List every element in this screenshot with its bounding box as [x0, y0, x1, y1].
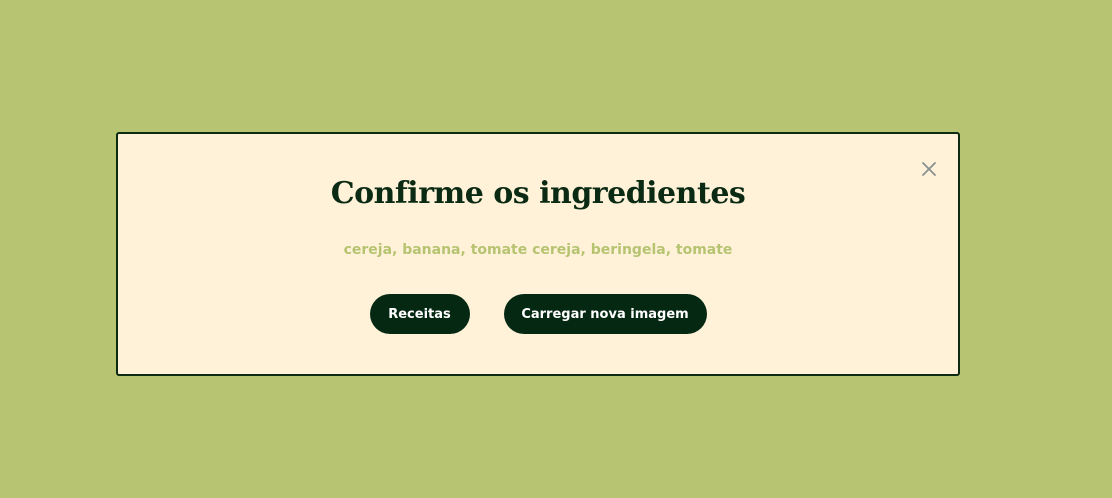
recipes-button[interactable]: Receitas: [369, 294, 470, 334]
modal-actions: Receitas Carregar nova imagem: [118, 294, 958, 334]
modal-title: Confirme os ingredientes: [330, 176, 746, 211]
ingredients-confirmation-modal: Confirme os ingredientes cereja, banana,…: [116, 132, 960, 376]
page-backdrop: Confirme os ingredientes cereja, banana,…: [0, 0, 1112, 498]
upload-new-image-button[interactable]: Carregar nova imagem: [503, 294, 707, 334]
ingredients-list: cereja, banana, tomate cereja, beringela…: [343, 242, 733, 258]
